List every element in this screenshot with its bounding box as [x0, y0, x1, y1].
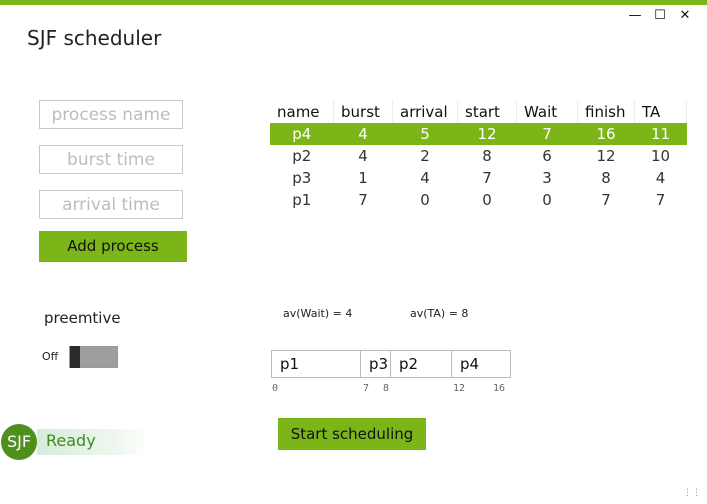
app-logo: SJF — [1, 424, 37, 460]
arrival-time-input[interactable] — [39, 190, 183, 219]
table-cell: 5 — [392, 123, 458, 145]
process-table: name burst arrival start Wait finish TA … — [270, 100, 687, 211]
app-title: SJF scheduler — [27, 26, 162, 50]
table-cell: 4 — [333, 123, 393, 145]
table-cell: 7 — [358, 191, 368, 209]
gantt-segment-p3: p3 — [361, 351, 391, 377]
preemptive-toggle[interactable] — [69, 346, 118, 368]
resize-grip-icon[interactable]: ⋮⋮ — [683, 488, 701, 498]
start-scheduling-button[interactable]: Start scheduling — [278, 418, 426, 450]
maximize-button[interactable]: ☐ — [652, 8, 668, 24]
toggle-state-label: Off — [42, 350, 59, 363]
table-cell: 12 — [596, 147, 616, 165]
column-header-finish[interactable]: finish — [577, 100, 635, 123]
table-cell: 4 — [358, 147, 368, 165]
table-row[interactable]: p2 4 2 8 6 12 10 — [270, 145, 687, 167]
gantt-segment-p4: p4 — [460, 355, 480, 373]
table-cell: 7 — [601, 191, 611, 209]
gantt-tick: 7 — [363, 383, 370, 394]
column-header-wait[interactable]: Wait — [516, 100, 578, 123]
gantt-tick: 16 — [493, 383, 506, 394]
table-cell: 8 — [601, 169, 611, 187]
gantt-segment-p2: p2 — [391, 351, 452, 377]
table-row[interactable]: p4 4 5 12 7 16 11 — [270, 123, 687, 145]
average-wait-text: av(Wait) = 4 — [283, 307, 353, 320]
table-cell: 0 — [542, 191, 552, 209]
table-cell: p3 — [292, 169, 312, 187]
table-cell: 0 — [482, 191, 492, 209]
status-text: Ready — [46, 431, 96, 450]
table-row[interactable]: p1 7 0 0 0 7 7 — [270, 189, 687, 211]
table-cell: 7 — [655, 191, 666, 209]
table-cell: 4 — [420, 169, 430, 187]
table-row[interactable]: p3 1 4 7 3 8 4 — [270, 167, 687, 189]
table-cell: 8 — [482, 147, 492, 165]
toggle-thumb[interactable] — [70, 346, 80, 368]
table-cell: 7 — [482, 169, 492, 187]
table-cell: 10 — [650, 147, 671, 165]
preemptive-label: preemtive — [44, 309, 121, 327]
accent-top-bar — [0, 0, 707, 5]
table-cell: 16 — [577, 123, 635, 145]
close-button[interactable]: ✕ — [677, 8, 693, 24]
add-process-button[interactable]: Add process — [39, 231, 187, 262]
burst-time-input[interactable] — [39, 145, 183, 174]
table-cell: p1 — [292, 191, 312, 209]
column-header-name[interactable]: name — [270, 100, 334, 123]
column-header-ta[interactable]: TA — [634, 100, 687, 123]
gantt-tick: 8 — [383, 383, 390, 394]
table-cell: 4 — [655, 169, 666, 187]
table-cell: 7 — [516, 123, 578, 145]
column-header-burst[interactable]: burst — [333, 100, 393, 123]
column-header-start[interactable]: start — [457, 100, 517, 123]
table-header-row: name burst arrival start Wait finish TA — [270, 100, 687, 123]
column-header-arrival[interactable]: arrival — [392, 100, 458, 123]
gantt-segment-p1: p1 — [272, 351, 361, 377]
table-cell: p4 — [270, 123, 334, 145]
gantt-tick: 0 — [272, 383, 279, 394]
gantt-chart: p1 p3 p2 p4 — [271, 350, 511, 378]
table-cell: 11 — [634, 123, 687, 145]
table-cell: 1 — [358, 169, 368, 187]
table-cell: 12 — [457, 123, 517, 145]
minimize-button[interactable]: — — [627, 8, 643, 24]
table-cell: 0 — [420, 191, 430, 209]
table-cell: 3 — [542, 169, 552, 187]
gantt-tick: 12 — [453, 383, 466, 394]
table-cell: p2 — [292, 147, 312, 165]
table-cell: 6 — [542, 147, 552, 165]
table-cell: 2 — [420, 147, 430, 165]
average-ta-text: av(TA) = 8 — [410, 307, 469, 320]
process-name-input[interactable] — [39, 100, 183, 129]
